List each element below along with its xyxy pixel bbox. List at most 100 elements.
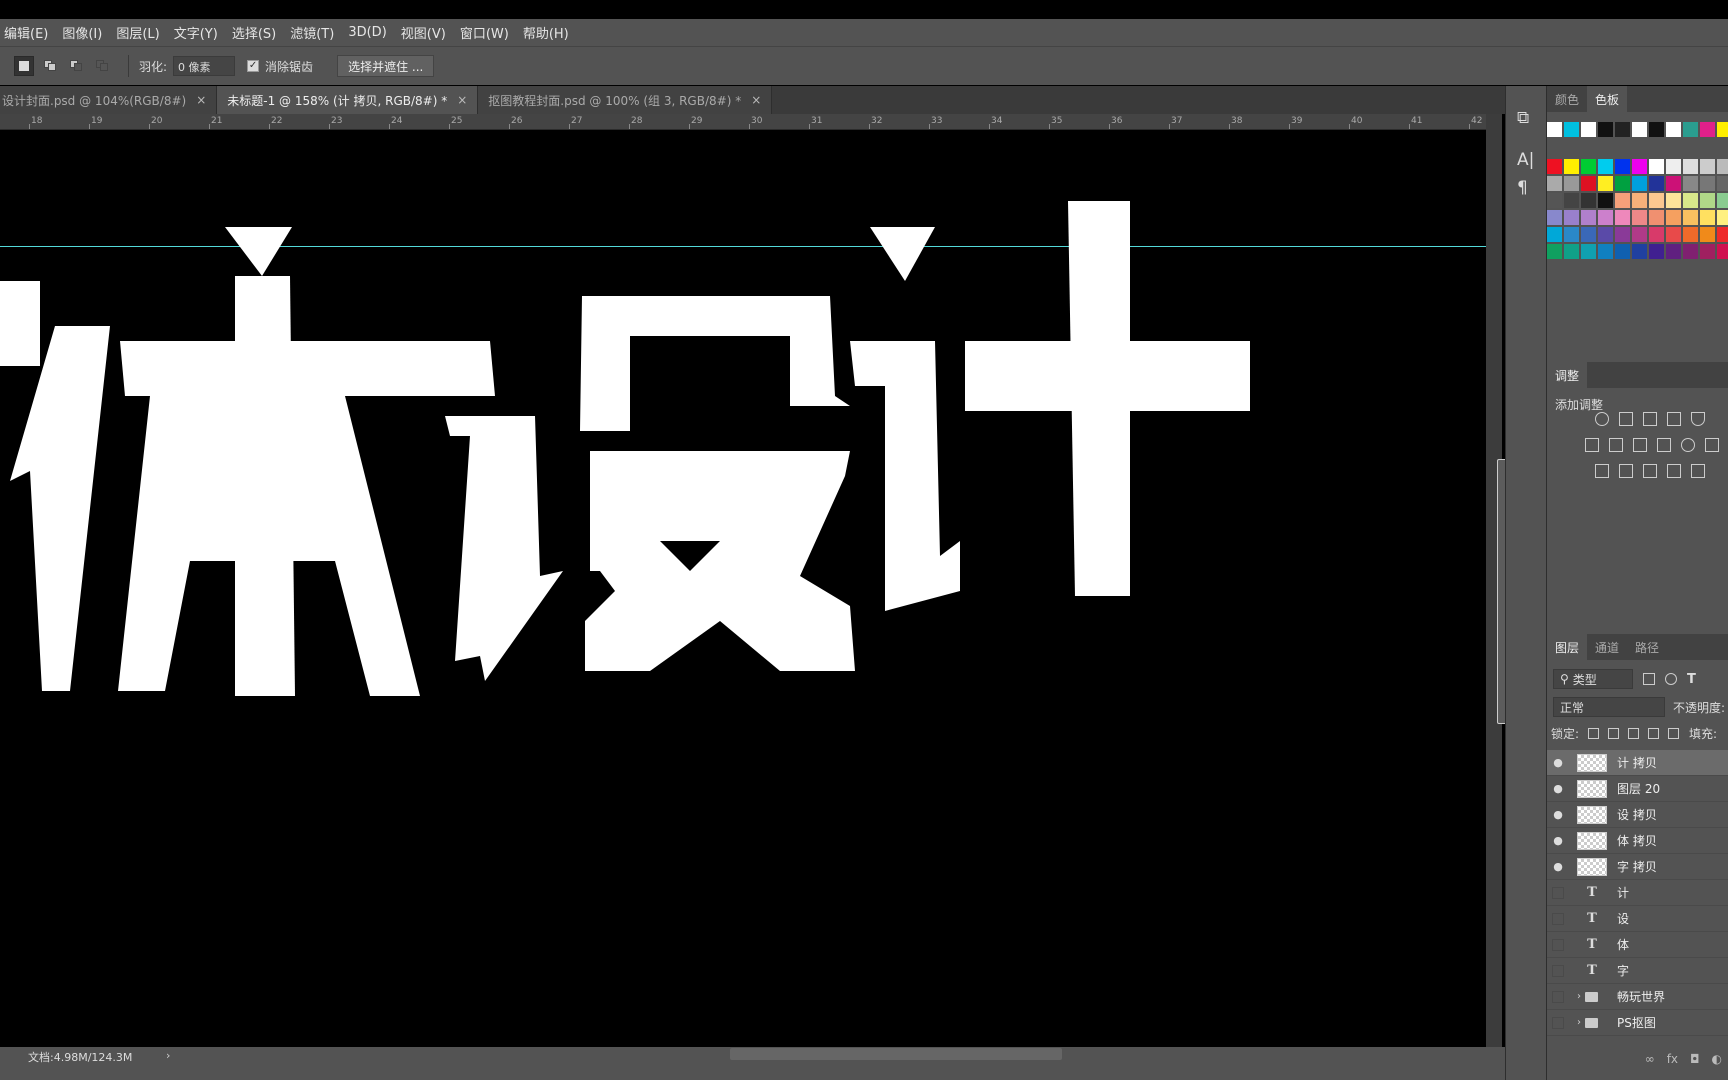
layer-row[interactable]: T设 <box>1547 906 1728 932</box>
color-swatch[interactable] <box>1615 176 1630 191</box>
chevron-right-icon[interactable]: › <box>1577 1017 1581 1028</box>
color-swatch[interactable] <box>1564 244 1579 259</box>
color-swatch[interactable] <box>1666 176 1681 191</box>
color-swatch[interactable] <box>1632 176 1647 191</box>
menu-layer[interactable]: 图层(L) <box>116 23 159 42</box>
color-swatch[interactable] <box>1632 122 1647 137</box>
new-adjustment-icon[interactable]: ◐ <box>1712 1052 1722 1066</box>
tab-color[interactable]: 颜色 <box>1547 86 1587 112</box>
close-icon[interactable]: × <box>196 93 206 107</box>
color-swatch[interactable] <box>1547 159 1562 174</box>
subtract-selection-button[interactable] <box>66 56 86 76</box>
vibrance-icon[interactable] <box>1691 412 1705 426</box>
levels-icon[interactable] <box>1619 412 1633 426</box>
color-swatch[interactable] <box>1547 210 1562 225</box>
color-swatch[interactable] <box>1717 193 1728 208</box>
layer-row[interactable]: T计 <box>1547 880 1728 906</box>
history-icon[interactable]: ⧉ <box>1517 108 1529 128</box>
layer-row[interactable]: › PS抠图 <box>1547 1010 1728 1036</box>
color-swatch[interactable] <box>1581 176 1596 191</box>
lock-all-icon[interactable] <box>1668 727 1680 739</box>
color-swatch[interactable] <box>1598 227 1613 242</box>
menu-select[interactable]: 选择(S) <box>232 23 276 42</box>
vertical-scrollbar[interactable] <box>1486 114 1507 1047</box>
color-swatch[interactable] <box>1700 193 1715 208</box>
color-swatch[interactable] <box>1581 210 1596 225</box>
color-swatch[interactable] <box>1632 210 1647 225</box>
color-swatch[interactable] <box>1632 244 1647 259</box>
visibility-toggle[interactable] <box>1552 912 1564 925</box>
group-toggle[interactable]: › <box>1577 1017 1607 1028</box>
color-swatch[interactable] <box>1717 122 1728 137</box>
tab-design-cover[interactable]: 设计封面.psd @ 104%(RGB/8#) × <box>0 86 218 114</box>
color-swatch[interactable] <box>1666 159 1681 174</box>
paragraph-icon[interactable]: ¶ <box>1517 178 1528 198</box>
color-swatch[interactable] <box>1615 210 1630 225</box>
eye-icon[interactable]: ● <box>1547 808 1569 821</box>
color-swatch[interactable] <box>1700 176 1715 191</box>
color-swatch[interactable] <box>1581 159 1596 174</box>
channel-mixer-icon[interactable] <box>1681 438 1695 452</box>
blend-mode-select[interactable]: 正常 <box>1553 697 1665 717</box>
color-swatch[interactable] <box>1598 193 1613 208</box>
color-swatch[interactable] <box>1615 122 1630 137</box>
menu-view[interactable]: 视图(V) <box>401 23 446 42</box>
color-swatch[interactable] <box>1683 244 1698 259</box>
color-swatch[interactable] <box>1581 227 1596 242</box>
menu-window[interactable]: 窗口(W) <box>460 23 509 42</box>
color-swatch[interactable] <box>1649 122 1664 137</box>
lock-position-icon[interactable] <box>1628 727 1640 739</box>
layer-row[interactable]: T体 <box>1547 932 1728 958</box>
color-swatch[interactable] <box>1564 227 1579 242</box>
black-white-icon[interactable] <box>1633 438 1647 452</box>
tab-swatches[interactable]: 色板 <box>1587 86 1628 112</box>
mask-icon[interactable]: ◘ <box>1690 1052 1700 1066</box>
layer-row[interactable]: T字 <box>1547 958 1728 984</box>
doc-size-readout[interactable]: 文档:4.98M/124.3M <box>28 1049 132 1065</box>
menu-filter[interactable]: 滤镜(T) <box>290 23 334 42</box>
layer-row[interactable]: ● 设 拷贝 <box>1547 802 1728 828</box>
layer-row[interactable]: ● 体 拷贝 <box>1547 828 1728 854</box>
color-swatch[interactable] <box>1615 244 1630 259</box>
color-swatch[interactable] <box>1581 122 1596 137</box>
tab-channels[interactable]: 通道 <box>1587 634 1627 660</box>
tab-layers[interactable]: 图层 <box>1547 634 1588 660</box>
color-swatch[interactable] <box>1598 122 1613 137</box>
color-swatch[interactable] <box>1564 176 1579 191</box>
image-filter-icon[interactable] <box>1643 673 1655 685</box>
tab-untitled-1[interactable]: 未标题-1 @ 158% (计 拷贝, RGB/8#) * × <box>217 86 479 114</box>
color-swatch[interactable] <box>1564 193 1579 208</box>
visibility-toggle[interactable] <box>1552 990 1564 1003</box>
curves-icon[interactable] <box>1643 412 1657 426</box>
menu-help[interactable]: 帮助(H) <box>523 23 569 42</box>
color-swatch[interactable] <box>1632 227 1647 242</box>
horizontal-scroll-thumb[interactable] <box>730 1048 1062 1060</box>
color-swatch[interactable] <box>1683 122 1698 137</box>
color-swatch[interactable] <box>1564 122 1579 137</box>
color-swatch[interactable] <box>1700 122 1715 137</box>
feather-input[interactable]: 0 像素 <box>173 56 236 76</box>
layer-row[interactable]: ● 计 拷贝 <box>1547 750 1728 776</box>
color-swatch[interactable] <box>1700 244 1715 259</box>
color-swatch[interactable] <box>1649 210 1664 225</box>
text-filter-icon[interactable]: T <box>1687 672 1696 687</box>
color-swatch[interactable] <box>1547 122 1562 137</box>
color-swatch[interactable] <box>1547 227 1562 242</box>
color-swatch[interactable] <box>1666 122 1681 137</box>
color-swatch[interactable] <box>1700 210 1715 225</box>
posterize-icon[interactable] <box>1619 464 1633 478</box>
group-toggle[interactable]: › <box>1577 991 1607 1002</box>
color-swatch[interactable] <box>1598 210 1613 225</box>
selective-color-icon[interactable] <box>1667 464 1681 478</box>
link-icon[interactable]: ∞ <box>1645 1052 1655 1066</box>
layer-row[interactable]: ● 图层 20 <box>1547 776 1728 802</box>
layer-row[interactable]: › 畅玩世界 <box>1547 984 1728 1010</box>
tab-cutout-tutorial[interactable]: 抠图教程封面.psd @ 100% (组 3, RGB/8#) * × <box>478 86 773 114</box>
color-swatch[interactable] <box>1700 159 1715 174</box>
gradient-map-icon[interactable] <box>1691 464 1705 478</box>
antialias-checkbox[interactable]: ✓ <box>247 60 260 72</box>
threshold-icon[interactable] <box>1643 464 1657 478</box>
color-swatch[interactable] <box>1683 227 1698 242</box>
visibility-toggle[interactable] <box>1552 964 1564 977</box>
color-swatch[interactable] <box>1581 244 1596 259</box>
